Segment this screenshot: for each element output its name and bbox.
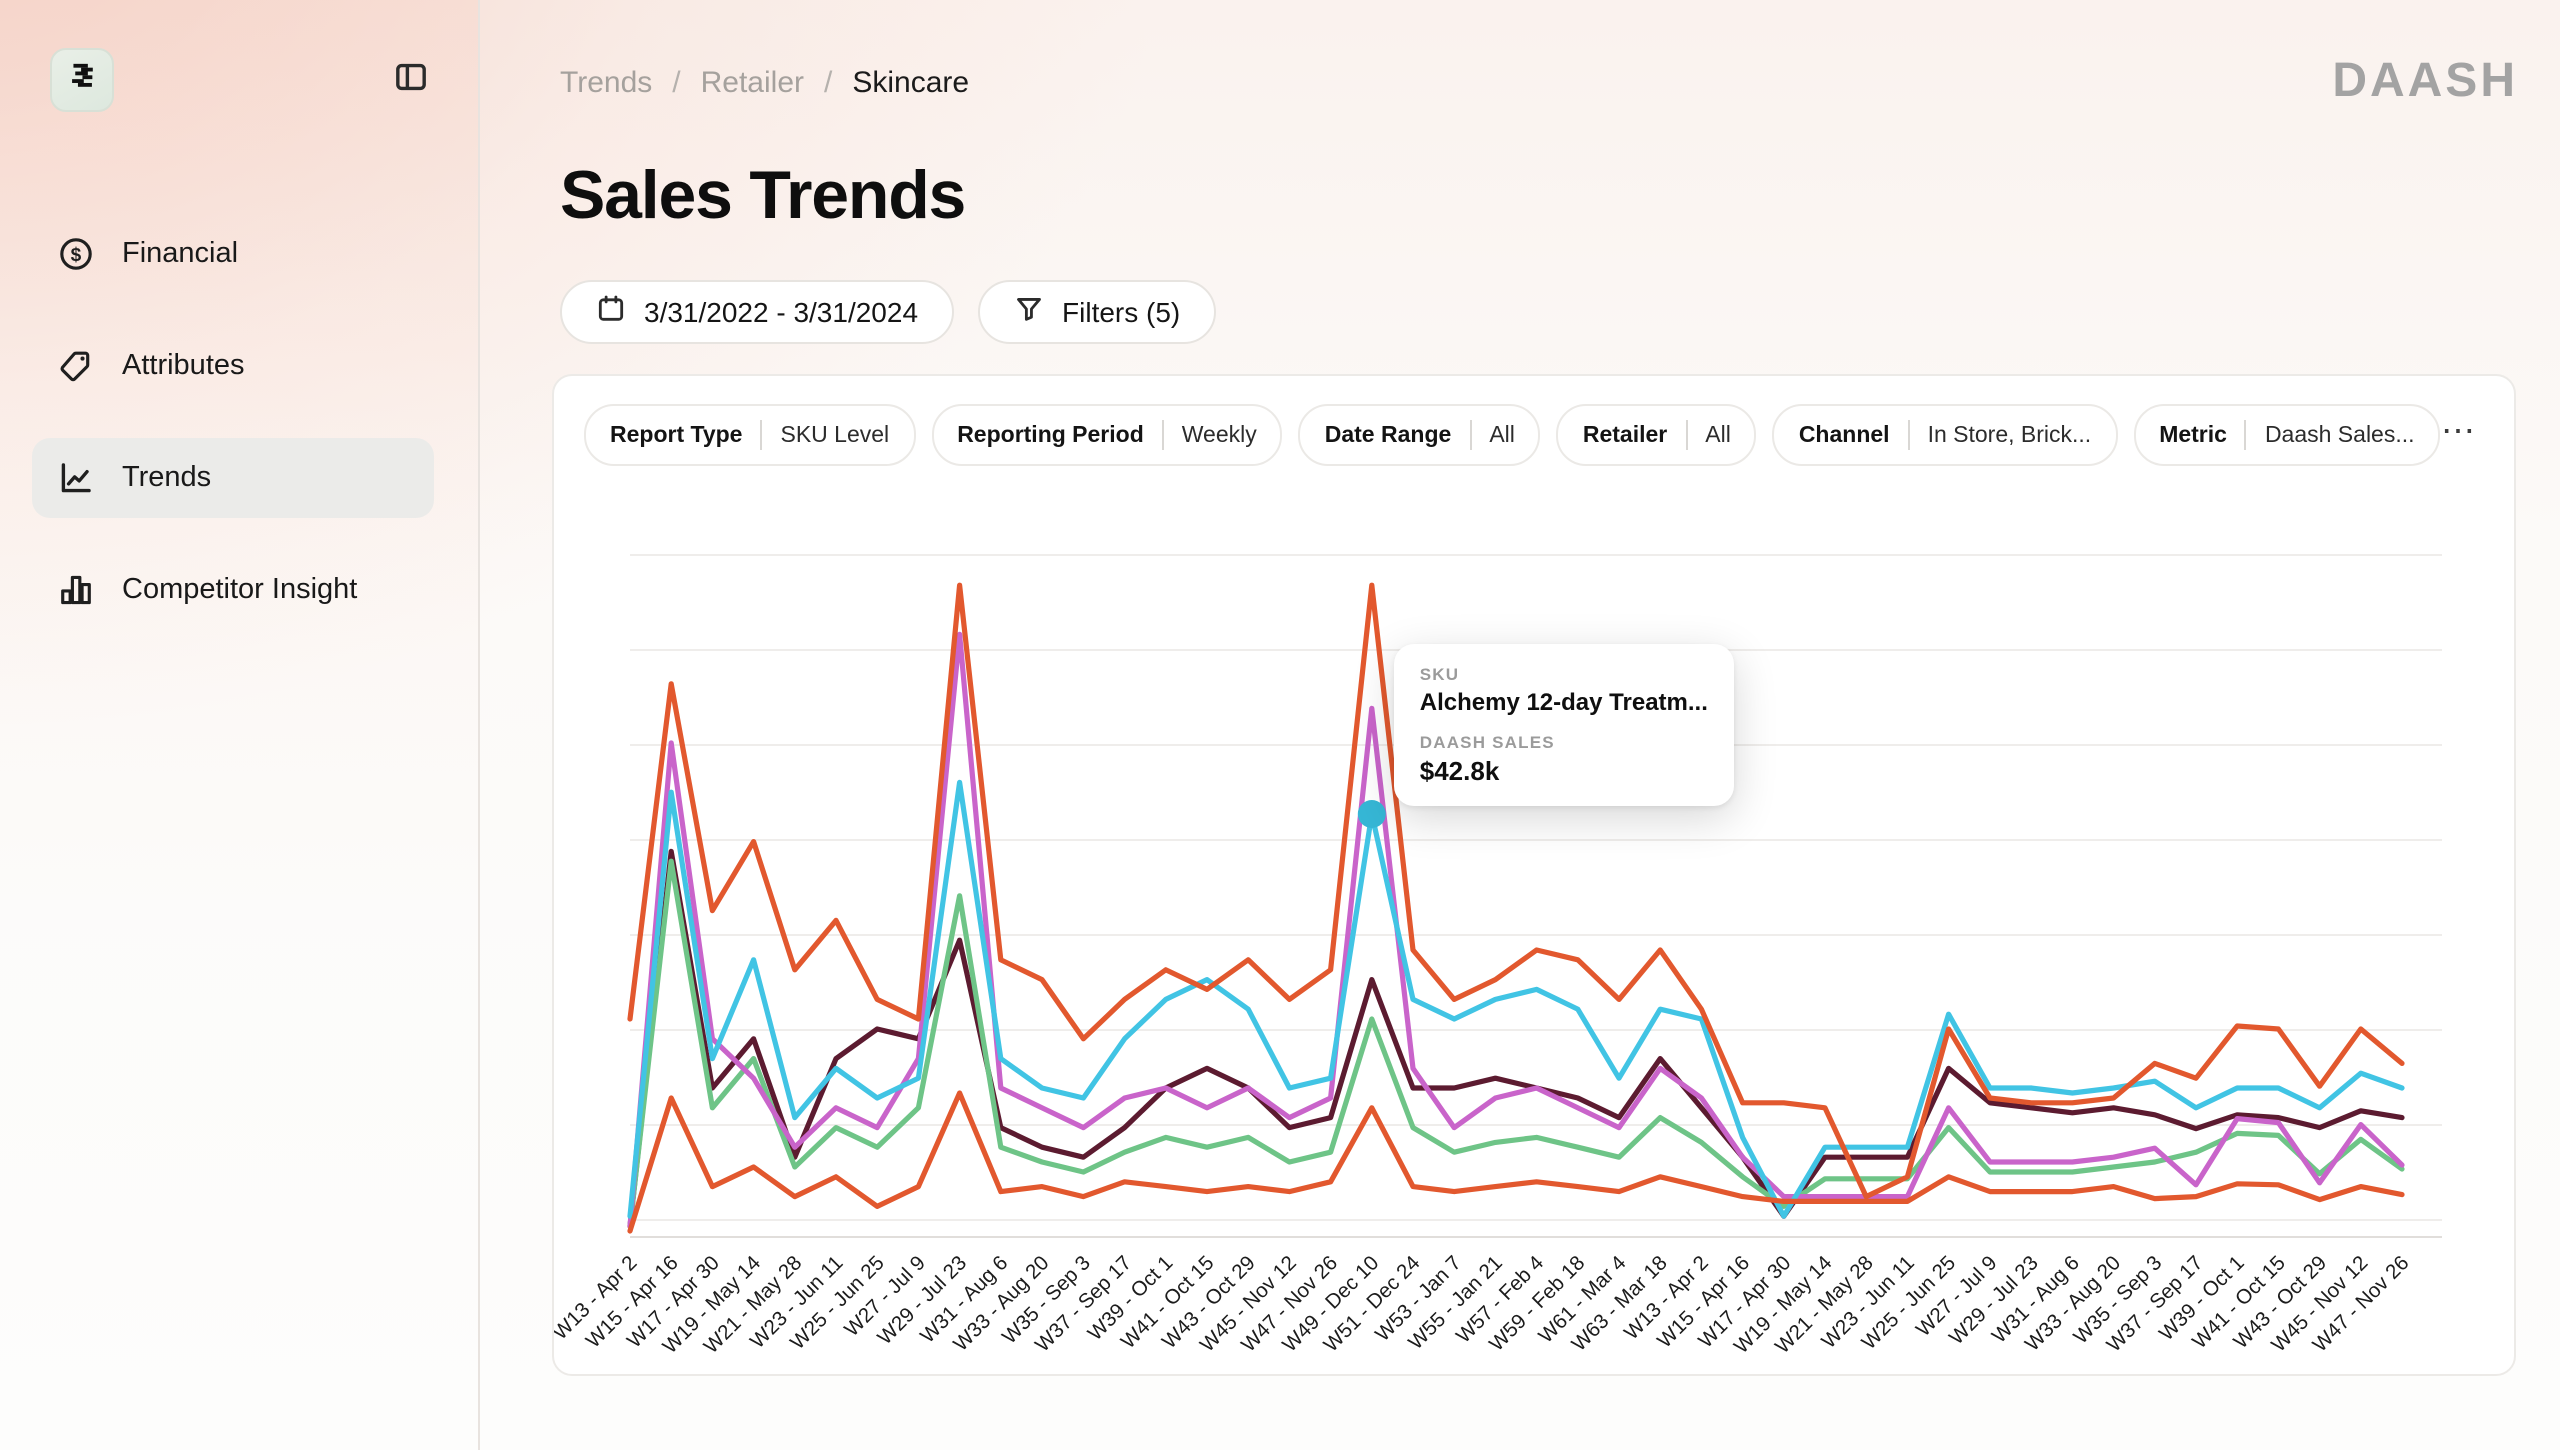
filters-button[interactable]: Filters (5) <box>978 280 1216 344</box>
main-content: Trends / Retailer / Skincare DAASH Sales Tre… <box>478 0 2560 1450</box>
chips-overflow-button[interactable]: ⋯ <box>2434 408 2482 456</box>
sidebar-toggle-button[interactable] <box>388 58 432 102</box>
chip-value: All <box>1489 423 1515 447</box>
sidebar-nav: $ Financial Attributes Trends Competitor Ins… <box>32 214 434 630</box>
sidebar-item-label: Competitor Insight <box>122 574 357 606</box>
chart-series-sku-maroon <box>630 851 2402 1226</box>
sidebar-item-trends[interactable]: Trends <box>32 438 434 518</box>
filter-chip-retailer[interactable]: Retailer All <box>1557 404 1757 466</box>
line-chart-icon <box>58 460 94 496</box>
tooltip-sku-value: Alchemy 12-day Treatm... <box>1420 688 1708 716</box>
chip-label: Date Range <box>1325 423 1452 447</box>
page-title: Sales Trends <box>560 158 965 234</box>
sidebar-header <box>50 48 432 112</box>
filter-chip-metric[interactable]: Metric Daash Sales... <box>2133 404 2440 466</box>
filter-funnel-icon <box>1014 294 1044 330</box>
sidebar-item-financial[interactable]: $ Financial <box>32 214 434 294</box>
dollar-circle-icon: $ <box>58 236 94 272</box>
chip-value: SKU Level <box>781 423 890 447</box>
chip-divider <box>761 420 763 450</box>
svg-text:$: $ <box>71 245 82 266</box>
calendar-icon <box>596 294 626 330</box>
tooltip-metric-label: DAASH SALES <box>1420 732 1708 752</box>
filter-chip-date-range[interactable]: Date Range All <box>1299 404 1541 466</box>
app-logo[interactable] <box>50 48 114 112</box>
chip-divider <box>1162 420 1164 450</box>
glitch-logo-icon <box>64 57 100 103</box>
filters-label: Filters (5) <box>1062 296 1180 328</box>
bar-chart-icon <box>58 572 94 608</box>
breadcrumb-separator: / <box>824 65 832 99</box>
sidebar-item-label: Attributes <box>122 350 245 382</box>
sidebar-item-label: Financial <box>122 238 238 270</box>
app-root: $ Financial Attributes Trends Competitor Ins… <box>0 0 2560 1450</box>
chart-series-sku-green <box>630 861 2402 1226</box>
chip-divider <box>1908 420 1910 450</box>
chip-value: Weekly <box>1182 423 1257 447</box>
chip-divider <box>2245 420 2247 450</box>
sales-trends-chart[interactable]: W13 - Apr 2W15 - Apr 16W17 - Apr 30W19 -… <box>554 376 2516 1376</box>
chart-highlight-dot[interactable] <box>1358 800 1386 828</box>
brand-logo: DAASH <box>2332 54 2518 110</box>
chip-label: Metric <box>2159 423 2227 447</box>
top-bar: Trends / Retailer / Skincare DAASH <box>560 56 2518 108</box>
chip-label: Reporting Period <box>957 423 1144 447</box>
filter-chip-reporting-period[interactable]: Reporting Period Weekly <box>931 404 1283 466</box>
breadcrumb: Trends / Retailer / Skincare <box>560 65 969 99</box>
tags-icon <box>58 348 94 384</box>
chip-value: All <box>1705 423 1731 447</box>
chart-tooltip: SKU Alchemy 12-day Treatm... DAASH SALES… <box>1394 644 1734 806</box>
filter-chip-channel[interactable]: Channel In Store, Brick... <box>1773 404 2117 466</box>
panel-toggle-icon <box>393 60 427 100</box>
date-range-button[interactable]: 3/31/2022 - 3/31/2024 <box>560 280 954 344</box>
sidebar-item-label: Trends <box>122 462 211 494</box>
chip-divider <box>1469 420 1471 450</box>
chart-x-axis-labels: W13 - Apr 2W15 - Apr 16W17 - Apr 30W19 -… <box>554 1251 2414 1358</box>
sidebar-item-competitor-insight[interactable]: Competitor Insight <box>32 550 434 630</box>
breadcrumb-separator: / <box>672 65 680 99</box>
toolbar: 3/31/2022 - 3/31/2024 Filters (5) <box>560 280 1216 344</box>
filter-chip-report-type[interactable]: Report Type SKU Level <box>584 404 915 466</box>
chip-value: In Store, Brick... <box>1928 423 2092 447</box>
sidebar-item-attributes[interactable]: Attributes <box>32 326 434 406</box>
chip-label: Report Type <box>610 423 743 447</box>
tooltip-metric-value: $42.8k <box>1420 756 1708 786</box>
breadcrumb-item-retailer[interactable]: Retailer <box>701 65 804 99</box>
breadcrumb-item-trends[interactable]: Trends <box>560 65 652 99</box>
chip-divider <box>1685 420 1687 450</box>
breadcrumb-item-skincare: Skincare <box>852 65 969 99</box>
date-range-label: 3/31/2022 - 3/31/2024 <box>644 296 918 328</box>
chip-value: Daash Sales... <box>2265 423 2415 447</box>
filter-chips-row: Report Type SKU Level Reporting Period Week… <box>584 404 2441 466</box>
tooltip-sku-label: SKU <box>1420 664 1708 684</box>
sidebar: $ Financial Attributes Trends Competitor Ins… <box>0 0 480 1450</box>
chip-label: Channel <box>1799 423 1890 447</box>
chart-card: W13 - Apr 2W15 - Apr 16W17 - Apr 30W19 -… <box>552 374 2516 1376</box>
chip-label: Retailer <box>1583 423 1667 447</box>
